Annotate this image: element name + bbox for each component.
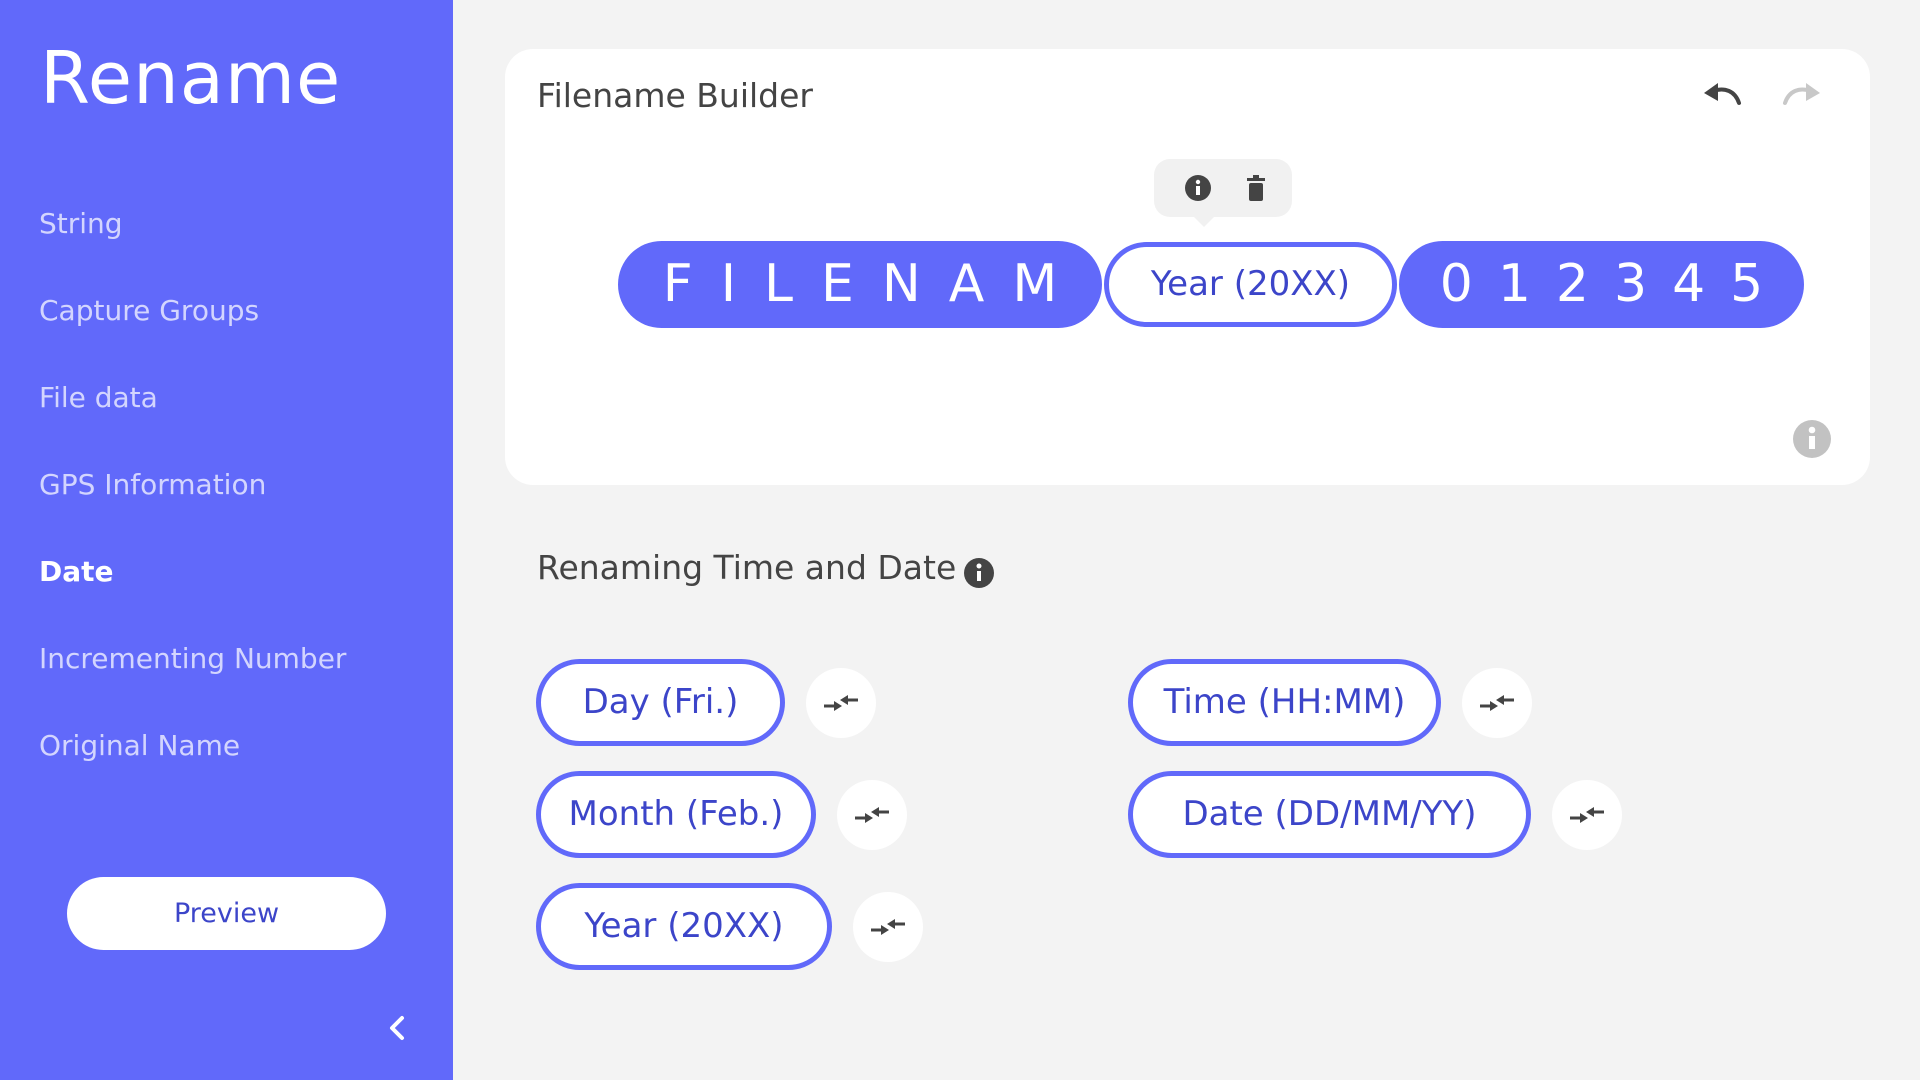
filename-builder-card: Filename Builder FILENAM Year (20XX) 012… xyxy=(505,49,1870,485)
chevron-left-icon[interactable] xyxy=(379,1008,415,1048)
incrementing-number-chip[interactable]: 012345 xyxy=(1399,241,1804,328)
filename-string-chip[interactable]: FILENAM xyxy=(618,241,1102,328)
swap-icon[interactable] xyxy=(1462,668,1532,738)
sidebar-item-incrementing-number[interactable]: Incrementing Number xyxy=(39,635,346,722)
app-title: Rename xyxy=(40,36,342,120)
sidebar-item-date[interactable]: Date xyxy=(39,548,346,635)
date-section-title: Renaming Time and Date xyxy=(537,548,957,587)
swap-icon[interactable] xyxy=(1552,780,1622,850)
year-token[interactable]: Year (20XX) xyxy=(536,883,832,970)
sidebar-item-file-data[interactable]: File data xyxy=(39,374,346,461)
info-icon[interactable] xyxy=(1792,419,1832,459)
info-icon[interactable] xyxy=(963,557,995,589)
preview-button[interactable]: Preview xyxy=(67,877,386,950)
trash-icon[interactable] xyxy=(1242,174,1270,202)
swap-icon[interactable] xyxy=(853,892,923,962)
sidebar-item-capture-groups[interactable]: Capture Groups xyxy=(39,287,346,374)
swap-icon[interactable] xyxy=(806,668,876,738)
year-token-chip[interactable]: Year (20XX) xyxy=(1104,242,1397,327)
sidebar-item-string[interactable]: String xyxy=(39,200,346,287)
time-token[interactable]: Time (HH:MM) xyxy=(1128,659,1441,746)
sidebar-item-gps-information[interactable]: GPS Information xyxy=(39,461,346,548)
undo-icon[interactable] xyxy=(1699,73,1747,113)
redo-icon[interactable] xyxy=(1777,73,1825,113)
sidebar: Rename String Capture Groups File data G… xyxy=(0,0,453,1080)
date-token[interactable]: Date (DD/MM/YY) xyxy=(1128,771,1531,858)
swap-icon[interactable] xyxy=(837,780,907,850)
chip-tooltip xyxy=(1154,159,1292,227)
sidebar-item-original-name[interactable]: Original Name xyxy=(39,722,346,809)
day-token[interactable]: Day (Fri.) xyxy=(536,659,785,746)
builder-title: Filename Builder xyxy=(537,76,814,115)
info-icon[interactable] xyxy=(1184,174,1212,202)
sidebar-nav: String Capture Groups File data GPS Info… xyxy=(39,200,346,809)
month-token[interactable]: Month (Feb.) xyxy=(536,771,816,858)
